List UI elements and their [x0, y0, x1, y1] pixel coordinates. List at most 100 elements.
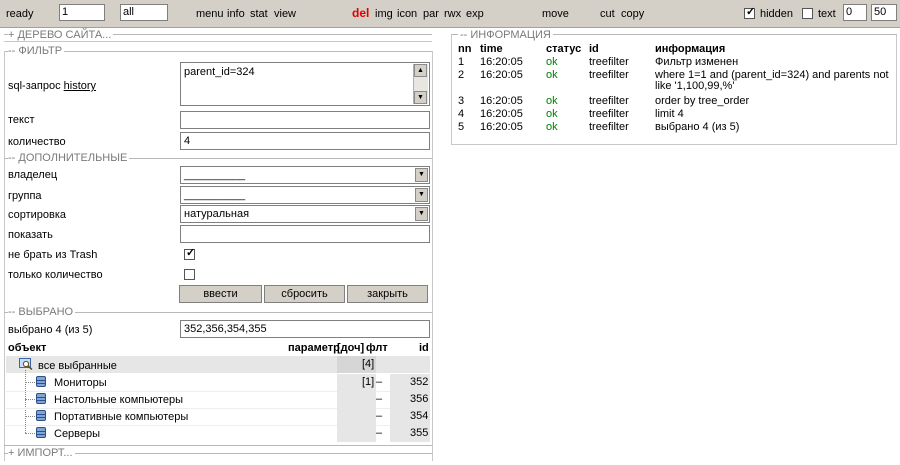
log-time: 16:20:05 — [480, 121, 523, 133]
hidden-checkbox[interactable]: ✓ — [744, 6, 756, 19]
reset-button[interactable]: сбросить — [264, 285, 345, 303]
par-link[interactable]: par — [423, 8, 439, 20]
log-id: treefilter — [589, 108, 629, 120]
mode-input[interactable]: all — [120, 4, 168, 21]
count-input[interactable]: 4 — [180, 132, 430, 150]
stat-link[interactable]: stat — [250, 8, 268, 20]
row-name: Мониторы — [54, 377, 107, 389]
row-flt: – — [376, 410, 383, 422]
log-id: treefilter — [589, 56, 629, 68]
copy-link[interactable]: copy — [621, 8, 644, 20]
additional-section-header[interactable]: -- ДОПОЛНИТЕЛЬНЫЕ — [8, 152, 130, 164]
database-icon — [36, 393, 46, 404]
log-nn: 1 — [458, 56, 465, 68]
limit-input[interactable]: 50 — [871, 4, 897, 21]
log-status: ok — [546, 56, 558, 68]
no-trash-checkbox[interactable]: ✓ — [184, 247, 196, 260]
tree-section-header[interactable]: + ДЕРЕВО САЙТА... — [8, 29, 114, 41]
show-label: показать — [8, 229, 53, 241]
icon-link[interactable]: icon — [397, 8, 417, 20]
move-link[interactable]: move — [542, 8, 569, 20]
show-input[interactable] — [180, 225, 430, 243]
selected-count-label: выбрано 4 (из 5) — [8, 324, 93, 336]
nn-column-header: nn — [458, 43, 472, 55]
row-name: Настольные компьютеры — [54, 394, 184, 406]
only-count-label: только количество — [8, 269, 103, 281]
row-id: 352 — [410, 376, 429, 388]
log-time: 16:20:05 — [480, 69, 523, 81]
delete-link[interactable]: del — [352, 7, 369, 19]
status-column-header: статус — [546, 43, 582, 55]
close-button[interactable]: закрыть — [347, 285, 428, 303]
flt-column-header: флт — [366, 342, 388, 354]
log-info: where 1=1 and (parent_id=324) and parent… — [655, 69, 889, 92]
log-info: выбрано 4 (из 5) — [655, 121, 740, 133]
text-checkbox[interactable] — [802, 8, 813, 19]
menu-link[interactable]: menu — [196, 8, 224, 20]
log-id: treefilter — [589, 121, 629, 133]
count-label: количество — [8, 136, 66, 148]
row-name: Серверы — [54, 428, 101, 440]
chevron-down-icon[interactable]: ▼ — [415, 168, 428, 182]
log-time: 16:20:05 — [480, 95, 523, 107]
group-select[interactable]: __________ ▼ — [180, 186, 430, 204]
history-link[interactable]: history — [64, 80, 96, 92]
param-column-header: параметр — [288, 342, 340, 354]
table-row[interactable]: Серверы – 355 — [6, 425, 430, 442]
info-link[interactable]: info — [227, 8, 245, 20]
import-section-header[interactable]: + ИМПОРТ... — [8, 447, 75, 459]
log-id: treefilter — [589, 69, 629, 81]
rwx-link[interactable]: rwx — [444, 8, 461, 20]
export-link[interactable]: exp — [466, 8, 484, 20]
sort-select[interactable]: натуральная ▼ — [180, 205, 430, 223]
text-filter-input[interactable] — [180, 111, 430, 129]
database-icon — [36, 376, 46, 387]
table-row[interactable]: Настольные компьютеры – 356 — [6, 391, 430, 409]
chevron-down-icon[interactable]: ▼ — [415, 188, 428, 202]
row-id: 356 — [410, 393, 429, 405]
row-id: 354 — [410, 410, 429, 422]
database-icon — [36, 410, 46, 421]
object-column-header: объект — [8, 342, 47, 354]
no-trash-label: не брать из Trash — [8, 249, 98, 261]
root-node-label[interactable]: все выбранные — [38, 360, 117, 372]
checkmark-icon: ✓ — [746, 6, 756, 18]
page-input[interactable]: 1 — [59, 4, 105, 21]
view-link[interactable]: view — [274, 8, 296, 20]
scroll-up-icon[interactable]: ▲ — [414, 64, 427, 77]
owner-label: владелец — [8, 169, 58, 181]
table-row[interactable]: Мониторы [1] – 352 — [6, 374, 430, 392]
cut-link[interactable]: cut — [600, 8, 615, 20]
selected-ids-input[interactable]: 352,356,354,355 — [180, 320, 430, 338]
chevron-down-icon[interactable]: ▼ — [415, 207, 428, 221]
row-id: 355 — [410, 427, 429, 439]
sort-label: сортировка — [8, 209, 67, 221]
offset-input[interactable]: 0 — [843, 4, 867, 21]
img-link[interactable]: img — [375, 8, 393, 20]
sql-query-label: sql-запрос history — [8, 80, 97, 92]
text-label: text — [818, 8, 836, 20]
submit-button[interactable]: ввести — [179, 285, 262, 303]
checkmark-icon: ✓ — [186, 247, 196, 259]
log-status: ok — [546, 121, 558, 133]
scroll-down-icon[interactable]: ▼ — [414, 91, 427, 104]
toolbar: ready 1 all menu info stat view del img … — [0, 0, 900, 28]
root-doc-count: [4] — [362, 358, 375, 370]
row-flt: – — [376, 376, 383, 388]
only-count-checkbox[interactable] — [184, 269, 195, 280]
row-doc: [1] — [362, 376, 375, 388]
owner-select[interactable]: __________ ▼ — [180, 166, 430, 184]
filter-section-header[interactable]: -- ФИЛЬТР — [8, 45, 65, 57]
selected-section-header[interactable]: -- ВЫБРАНО — [8, 306, 76, 318]
id-column-header: id — [419, 342, 429, 354]
sql-query-textarea[interactable]: parent_id=324 ▲ ▼ — [180, 62, 430, 106]
info-section-header[interactable]: -- ИНФОРМАЦИЯ — [458, 29, 553, 41]
table-row[interactable]: Портативные компьютеры – 354 — [6, 408, 430, 426]
textarea-scrollbar[interactable]: ▲ ▼ — [413, 64, 428, 104]
search-folder-icon — [19, 358, 33, 371]
log-status: ok — [546, 108, 558, 120]
log-nn: 3 — [458, 95, 465, 107]
time-column-header: time — [480, 43, 503, 55]
log-info: limit 4 — [655, 108, 684, 120]
log-time: 16:20:05 — [480, 108, 523, 120]
